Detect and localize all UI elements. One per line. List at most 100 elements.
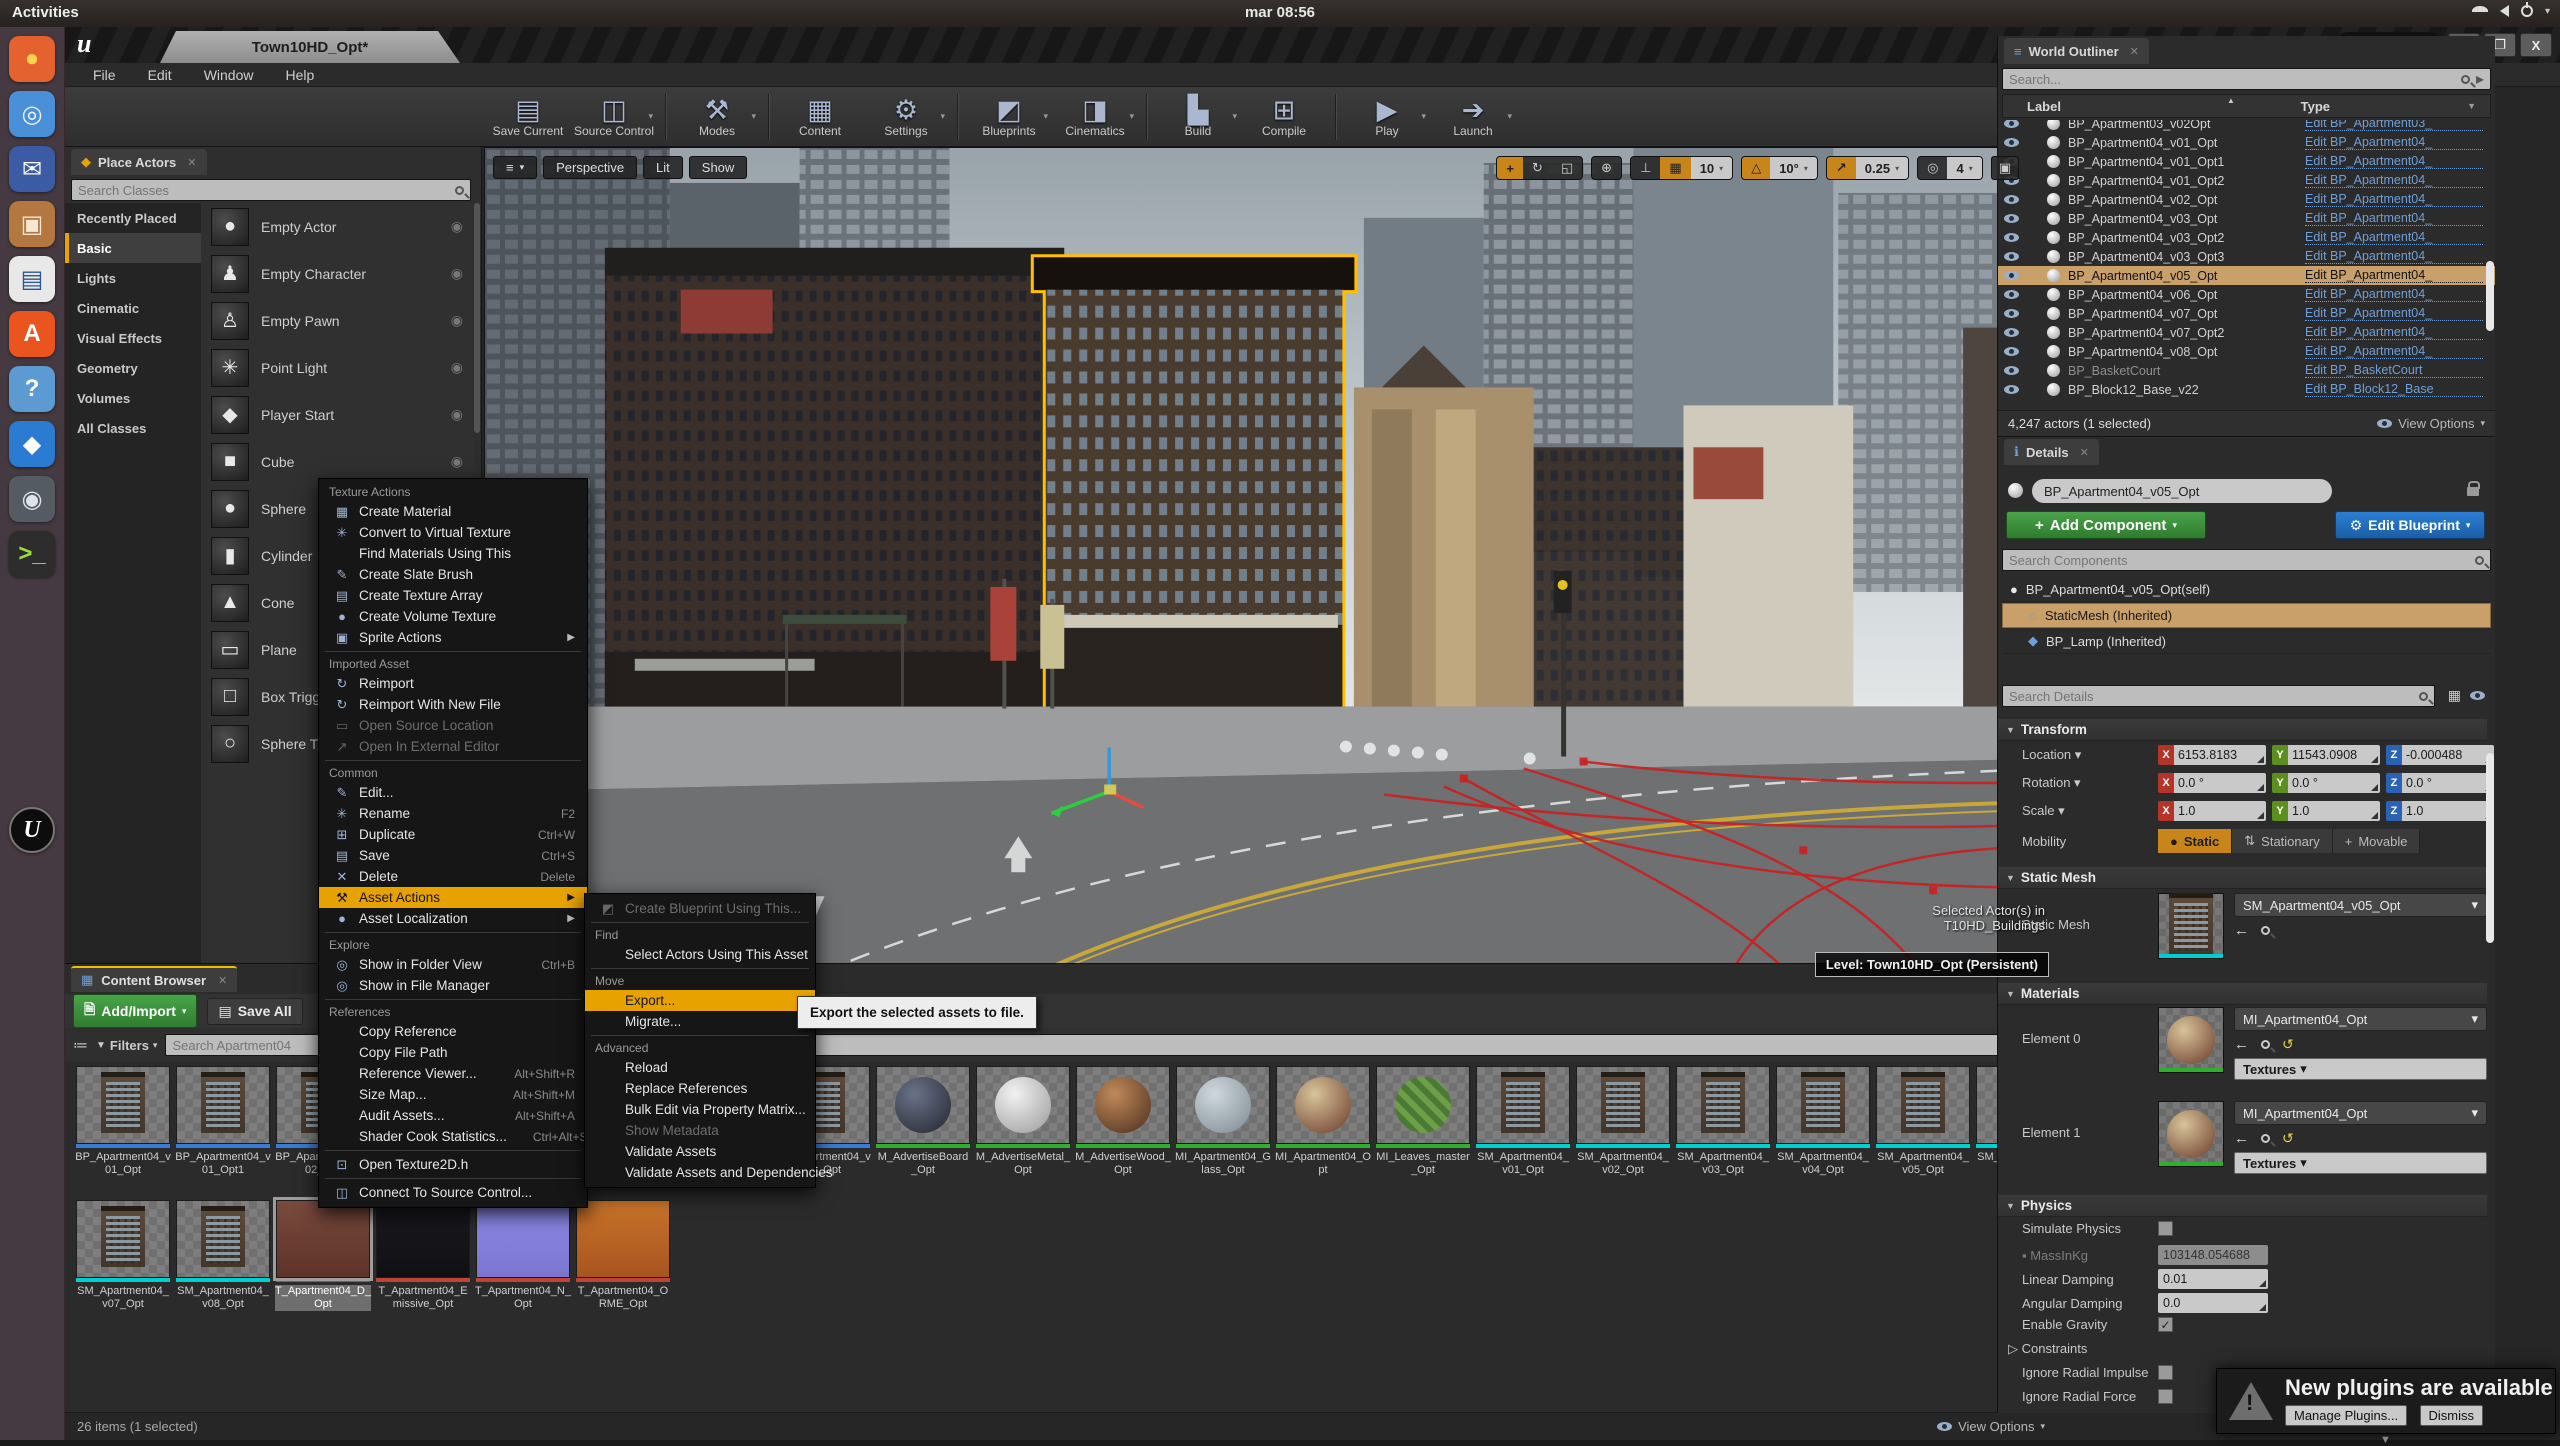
close-icon[interactable]: ✕ <box>187 156 196 169</box>
textures-dropdown-button[interactable]: Textures▾ <box>2234 1152 2487 1174</box>
edit-blueprint-link[interactable]: Edit BP_Apartment04_ <box>2305 287 2483 302</box>
menu-item-asset-actions[interactable]: ⚒Asset Actions▶ <box>319 887 587 908</box>
property-label[interactable]: ▷ Constraints <box>1998 1341 2158 1357</box>
menu-item-sprite-actions[interactable]: ▣Sprite Actions▶ <box>319 627 587 648</box>
outliner-row[interactable]: BP_Apartment04_v08_OptEdit BP_Apartment0… <box>1998 342 2495 361</box>
edit-blueprint-link[interactable]: Edit BP_Apartment04_ <box>2305 325 2483 340</box>
checkbox[interactable] <box>2158 1365 2173 1380</box>
visibility-eye-icon[interactable] <box>2004 290 2019 299</box>
view-options-button[interactable]: View Options▾ <box>2377 416 2485 431</box>
static-mesh-dropdown[interactable]: SM_Apartment04_v05_Opt▾ <box>2234 893 2487 917</box>
scale-snap-value[interactable]: 0.25▾ <box>1856 157 1908 179</box>
use-selected-icon[interactable]: ← <box>2234 1036 2249 1053</box>
outliner-scrollbar[interactable] <box>2486 261 2494 331</box>
property-matrix-icon[interactable]: ▦ <box>2448 687 2461 704</box>
details-tab[interactable]: ℹ Details ✕ <box>2004 439 2099 465</box>
outliner-row[interactable]: BP_Apartment04_v07_OptEdit BP_Apartment0… <box>1998 304 2495 323</box>
asset-tile[interactable]: SM_Apartment04_v03_Opt <box>1675 1066 1771 1177</box>
menu-item-create-texture-array[interactable]: ▤Create Texture Array <box>319 585 587 606</box>
rotation-snap-button[interactable]: △ <box>1742 157 1770 179</box>
static-mesh-section-header[interactable]: ▼Static Mesh <box>1998 867 2487 889</box>
menu-item-open-texture2d-h[interactable]: ⊡Open Texture2D.h <box>319 1154 587 1175</box>
menu-item-open-source-location[interactable]: ▭Open Source Location <box>319 715 587 736</box>
edit-blueprint-link[interactable]: Edit BP_Apartment04_ <box>2305 211 2483 226</box>
actor-name-field[interactable]: BP_Apartment04_v05_Opt <box>2032 479 2332 503</box>
menu-item-copy-reference[interactable]: Copy Reference <box>319 1021 587 1042</box>
visibility-eye-icon[interactable] <box>2004 214 2019 223</box>
terminal-icon[interactable]: >_ <box>9 531 55 577</box>
place-actors-scrollbar[interactable] <box>474 203 480 433</box>
mobility-static[interactable]: ●Static <box>2158 829 2232 853</box>
asset-tile[interactable]: T_Apartment04_D_Opt <box>275 1200 371 1311</box>
edit-blueprint-link[interactable]: Edit BP_Apartment04_ <box>2305 249 2483 264</box>
edit-blueprint-link[interactable]: Edit BP_Apartment04_ <box>2305 135 2483 150</box>
outliner-row[interactable]: BP_BasketCourtEdit BP_BasketCourt <box>1998 361 2495 380</box>
visibility-eye-icon[interactable] <box>2004 252 2019 261</box>
surface-snap-button[interactable]: ⊥ <box>1631 157 1660 179</box>
manage-plugins-button[interactable]: Manage Plugins... <box>2285 1405 2407 1426</box>
play-button[interactable]: ▶▾Play <box>1344 89 1430 145</box>
visibility-eye-icon[interactable] <box>2004 271 2019 280</box>
asset-tile[interactable]: T_Apartment04_ORME_Opt <box>575 1200 671 1311</box>
menu-item-migrate[interactable]: Migrate... <box>585 1011 815 1032</box>
category-all-classes[interactable]: All Classes <box>65 413 201 443</box>
libreoffice-writer-icon[interactable]: ▤ <box>9 256 55 302</box>
cinematics-button[interactable]: ◨▾Cinematics <box>1052 89 1138 145</box>
content-browser-tab[interactable]: ▦ Content Browser ✕ <box>71 966 237 992</box>
component-row[interactable]: ⌂StaticMesh (Inherited) <box>2002 603 2491 628</box>
checkbox[interactable] <box>2158 1221 2173 1236</box>
scale-snap-button[interactable]: ↗ <box>1827 157 1856 179</box>
add-import-button[interactable]: 🗎Add/Import▾ <box>73 994 197 1028</box>
unreal-engine-icon[interactable]: U <box>9 807 55 853</box>
launch-button[interactable]: ➔▾Launch <box>1430 89 1516 145</box>
show-button[interactable]: Show <box>689 156 748 179</box>
firefox-icon[interactable]: ● <box>9 36 55 82</box>
category-cinematic[interactable]: Cinematic <box>65 293 201 323</box>
camera-speed-value[interactable]: 4▾ <box>1947 157 1981 179</box>
menu-item-save[interactable]: ▤SaveCtrl+S <box>319 845 587 866</box>
type-filter-icon[interactable]: ▼ <box>2467 101 2476 111</box>
modes-button[interactable]: ⚒▾Modes <box>674 89 760 145</box>
type-column-header[interactable]: Type <box>2301 99 2330 114</box>
world-outliner-tab[interactable]: ≡ World Outliner ✕ <box>2004 38 2149 64</box>
save-current-button[interactable]: ▤Save Current <box>485 89 571 145</box>
checkbox[interactable]: ✓ <box>2158 1317 2173 1332</box>
asset-tile[interactable]: T_Apartment04_N_Opt <box>475 1200 571 1311</box>
rotate-tool-button[interactable]: ↻ <box>1523 157 1552 179</box>
menu-item-rename[interactable]: ✳RenameF2 <box>319 803 587 824</box>
axis-value-field[interactable]: 0.0 ° <box>2402 773 2494 793</box>
menu-item-asset-localization[interactable]: ●Asset Localization▶ <box>319 908 587 929</box>
asset-tile[interactable]: SM_Apartment04_v01_Opt <box>1475 1066 1571 1177</box>
outliner-row[interactable]: BP_Apartment04_v03_OptEdit BP_Apartment0… <box>1998 209 2495 228</box>
asset-tile[interactable]: BP_Apartment04_v01_Opt1 <box>175 1066 271 1177</box>
system-tray[interactable]: ▾ <box>2472 5 2550 17</box>
menu-item-create-volume-texture[interactable]: ●Create Volume Texture <box>319 606 587 627</box>
menu-edit[interactable]: Edit <box>132 65 188 85</box>
dismiss-button[interactable]: Dismiss <box>2420 1405 2484 1426</box>
edit-blueprint-link[interactable]: Edit BP_BasketCourt <box>2305 363 2483 378</box>
details-scrollbar[interactable] <box>2486 753 2494 943</box>
close-icon[interactable]: ✕ <box>2080 446 2089 459</box>
source-control-button[interactable]: ◫▾Source Control <box>571 89 657 145</box>
menu-item-validate-assets[interactable]: Validate Assets <box>585 1141 815 1162</box>
software-store-icon[interactable]: A <box>9 311 55 357</box>
search-classes-input[interactable] <box>78 183 455 198</box>
visibility-eye-icon[interactable] <box>2004 120 2019 128</box>
edit-blueprint-link[interactable]: Edit BP_Apartment04_ <box>2305 306 2483 321</box>
visibility-eye-icon[interactable] <box>2004 328 2019 337</box>
asset-tile[interactable]: SM_Apartment04_v08_Opt <box>175 1200 271 1311</box>
place-item-empty-character[interactable]: ♟Empty Character◉ <box>201 250 473 297</box>
notification-collapse-icon[interactable]: ▼ <box>2380 1434 2391 1446</box>
edit-blueprint-link[interactable]: Edit BP_Apartment04_ <box>2305 344 2483 359</box>
menu-item-reference-viewer[interactable]: Reference Viewer...Alt+Shift+R <box>319 1063 587 1084</box>
menu-item-replace-references[interactable]: Replace References <box>585 1078 815 1099</box>
menu-item-create-blueprint-using-this[interactable]: ◩Create Blueprint Using This... <box>585 898 815 919</box>
outliner-row[interactable]: BP_Apartment04_v01_Opt2Edit BP_Apartment… <box>1998 171 2495 190</box>
lit-mode-button[interactable]: Lit <box>643 156 683 179</box>
asset-tile[interactable]: SM_Apartment04_v02_Opt <box>1575 1066 1671 1177</box>
menu-item-show-metadata[interactable]: Show Metadata <box>585 1120 815 1141</box>
thunderbird-icon[interactable]: ✉ <box>9 146 55 192</box>
vscode-icon[interactable]: ◆ <box>9 421 55 467</box>
property-label[interactable]: Rotation ▾ <box>1998 775 2158 791</box>
asset-tile[interactable]: M_AdvertiseBoard_Opt <box>875 1066 971 1177</box>
